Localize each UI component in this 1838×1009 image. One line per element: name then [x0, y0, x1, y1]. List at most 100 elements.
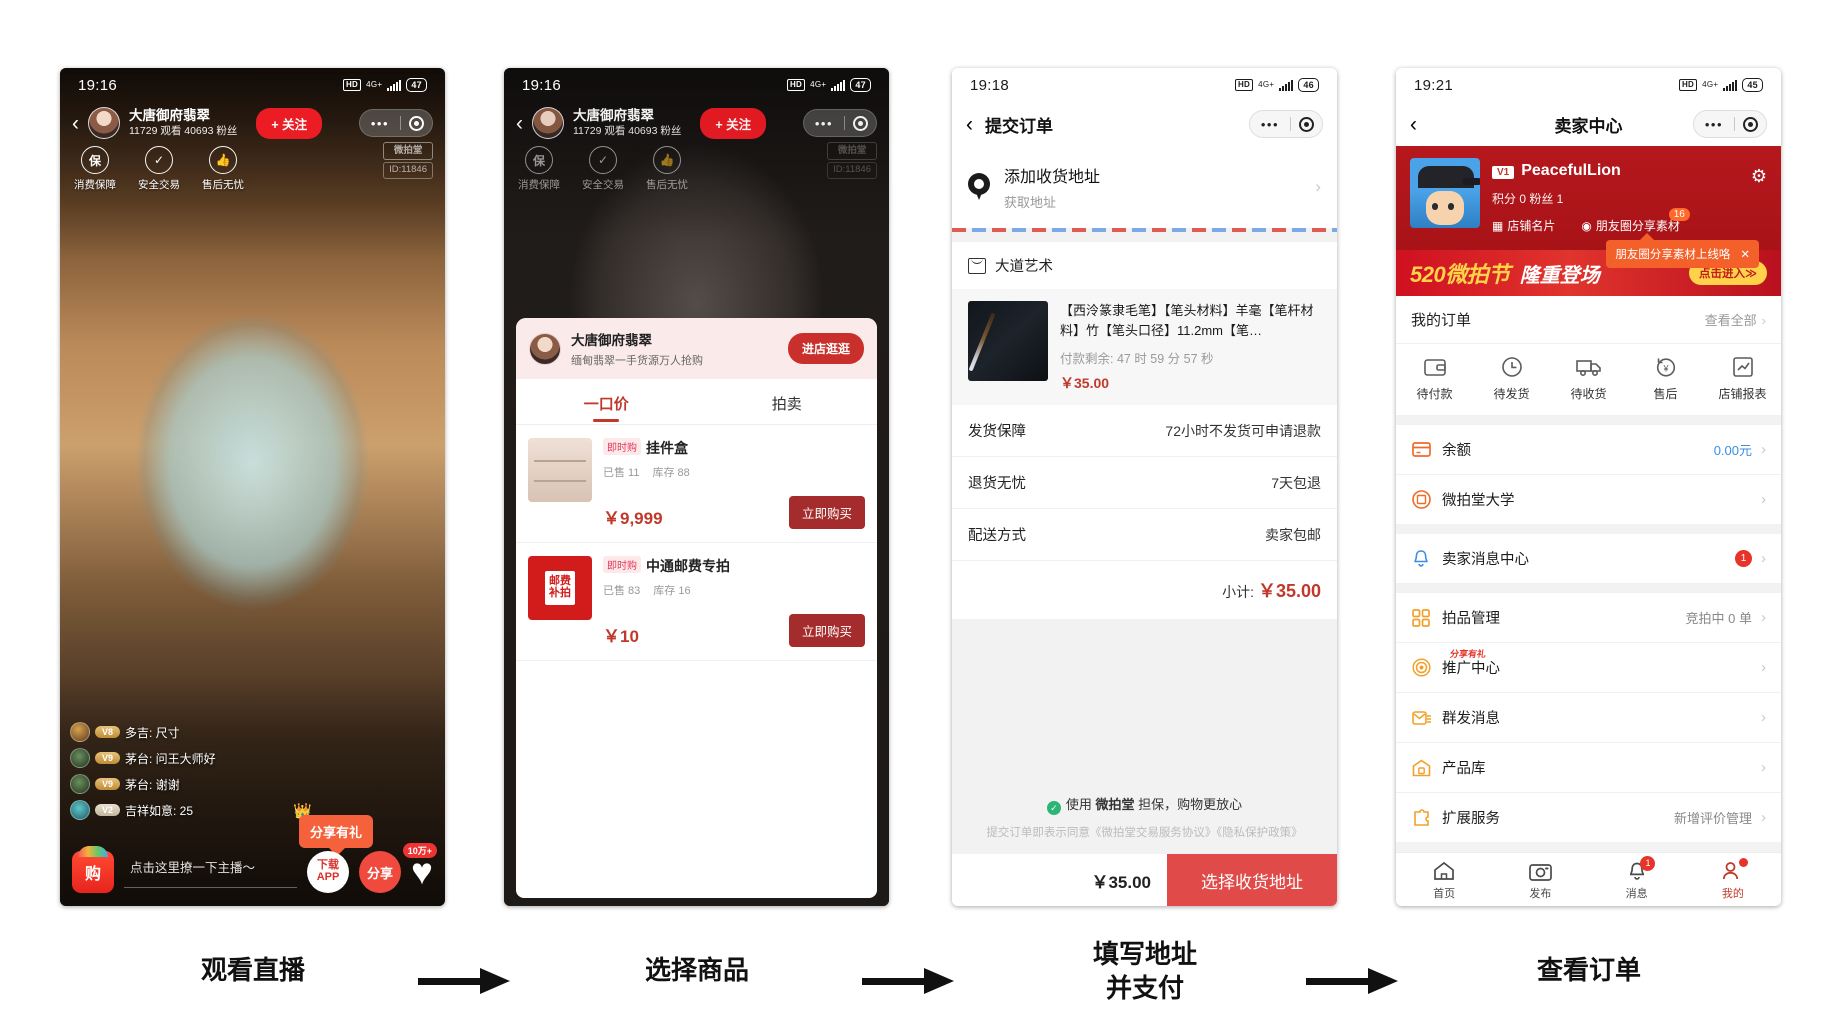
order-status-pending-receipt[interactable]: 待收货 [1550, 355, 1627, 402]
menu-label: 余额 [1442, 443, 1471, 459]
tab-publish[interactable]: 发布 [1492, 853, 1588, 906]
shop-report[interactable]: 店铺报表 [1704, 355, 1781, 402]
menu-item-seller-messages[interactable]: 卖家消息中心 1 › [1396, 534, 1781, 583]
menu-label: 产品库 [1442, 761, 1486, 777]
product-row[interactable]: 邮费 补拍 即时购 中通邮费专拍 已售 83 库存 16 ￥10 立即购买 [516, 543, 877, 661]
follow-button[interactable]: + 关注 [256, 107, 323, 139]
order-status-pending-shipment[interactable]: 待发货 [1473, 355, 1550, 402]
back-icon[interactable]: ‹ [516, 113, 523, 134]
sold-count: 已售 83 [603, 585, 641, 597]
like-button[interactable]: 10万+ ♥ [402, 843, 437, 891]
more-icon[interactable]: ••• [804, 117, 844, 130]
clock-icon [1473, 355, 1550, 379]
menu-item-auction-management[interactable]: 拍品管理 竞拍中 0 单 › [1396, 593, 1781, 643]
tab-fixed-price[interactable]: 一口价 [516, 379, 697, 424]
seller-links: ▦ 店铺名片 ◉ 朋友圈分享素材 16 [1492, 208, 1767, 234]
order-status-pending-payment[interactable]: 待付款 [1396, 355, 1473, 402]
product-price-row: ￥9,999 立即购买 [603, 496, 865, 529]
terms-note[interactable]: 提交订单即表示同意《微拍堂交易服务协议》《隐私保护政策》 [952, 819, 1337, 848]
avatar[interactable] [1410, 158, 1480, 228]
tab-label: 发布 [1529, 888, 1552, 900]
arrow-3 [1306, 968, 1416, 994]
host-avatar[interactable] [532, 107, 564, 139]
shop-name: 大唐御府翡翠 [571, 333, 652, 348]
enter-shop-button[interactable]: 进店逛逛 [787, 333, 864, 364]
item-price: ￥35.00 [1060, 375, 1110, 391]
tab-mine[interactable]: 我的 [1685, 853, 1781, 906]
bottom-tab-bar: 首页 发布 1 消息 我的 [1396, 852, 1781, 906]
buy-now-button[interactable]: 立即购买 [788, 614, 865, 647]
chat-input[interactable]: 点击这里撩一下主播～ [124, 857, 298, 888]
menu-item-university[interactable]: 微拍堂大学 › [1396, 475, 1781, 524]
chat-message: V9 茅台: 谢谢 [70, 774, 310, 794]
stamp-text: 邮费 补拍 [545, 571, 575, 605]
menu-item-promotion-center[interactable]: 推广中心 分享有礼 › [1396, 643, 1781, 693]
product-row[interactable]: 即时购 挂件盒 已售 11 库存 88 ￥9,999 立即购买 [516, 425, 877, 543]
tab-home[interactable]: 首页 [1396, 853, 1492, 906]
shop-card-label: 店铺名片 [1507, 219, 1556, 233]
shop-card-link[interactable]: ▦ 店铺名片 [1492, 217, 1555, 234]
store-row[interactable]: 大道艺术 [952, 242, 1337, 289]
tab-label: 我的 [1721, 888, 1744, 900]
shop-meta: 大唐御府翡翠 缅甸翡翠一手货源万人抢购 [571, 329, 703, 368]
more-icon[interactable]: ••• [1250, 118, 1290, 131]
chevron-right-icon: › [1761, 609, 1766, 626]
order-status-after-sales[interactable]: ¥ 售后 [1627, 355, 1704, 402]
select-address-button[interactable]: 选择收货地址 [1167, 854, 1337, 906]
shop-header[interactable]: 大唐御府翡翠 缅甸翡翠一手货源万人抢购 进店逛逛 [516, 318, 877, 379]
phone-screen-products: 19:16 HD 4G+ 47 ‹ 大唐御府翡翠 11729 观看 40693 … [504, 68, 889, 906]
menu-group-2: 卖家消息中心 1 › [1396, 534, 1781, 583]
mini-program-capsule[interactable]: ••• [358, 109, 433, 137]
guarantee-post: 担保，购物更放心 [1134, 797, 1243, 812]
mini-program-capsule[interactable]: ••• [1248, 110, 1323, 138]
address-row[interactable]: 添加收货地址 获取地址 › [952, 146, 1337, 228]
arrow-1 [418, 968, 528, 994]
back-icon[interactable]: ‹ [72, 113, 79, 134]
live-bottom-bar: 购 点击这里撩一下主播～ 下载 APP 分享 10万+ ♥ [60, 843, 445, 900]
bell-icon [1411, 549, 1431, 569]
gear-icon[interactable]: ⚙ [1751, 166, 1767, 187]
shield-check-icon: ✓ [145, 146, 173, 174]
subtotal-label: 小计: [1222, 584, 1255, 600]
avatar [70, 722, 90, 742]
target-icon [1411, 658, 1431, 678]
host-avatar[interactable] [88, 107, 120, 139]
product-info: 即时购 中通邮费专拍 已售 83 库存 16 ￥10 立即购买 [603, 556, 865, 647]
refund-icon: ¥ [1627, 355, 1704, 379]
tab-auction[interactable]: 拍卖 [697, 379, 878, 424]
close-target-icon[interactable] [845, 115, 876, 131]
menu-group-3: 拍品管理 竞拍中 0 单 › 推广中心 分享有礼 › 群发消息 › 产品库 › … [1396, 593, 1781, 842]
back-icon[interactable]: ‹ [966, 114, 973, 135]
watermark: 微拍堂 ID:11846 [383, 142, 433, 179]
follow-button[interactable]: + 关注 [700, 107, 767, 139]
address-subtitle: 获取地址 [1004, 195, 1057, 210]
product-sheet: 大唐御府翡翠 缅甸翡翠一手货源万人抢购 进店逛逛 一口价 拍卖 即时购挂件盒 [516, 318, 877, 898]
mini-program-capsule[interactable]: ••• [802, 109, 877, 137]
menu-item-product-library[interactable]: 产品库 › [1396, 743, 1781, 793]
battery-icon: 45 [1742, 78, 1763, 92]
close-icon[interactable]: ✕ [1740, 247, 1750, 261]
qrcode-icon: ▦ [1492, 219, 1504, 233]
spacer [1396, 524, 1781, 534]
arrow-2 [862, 968, 972, 994]
share-button[interactable]: 分享 [359, 851, 402, 893]
shop-avatar [529, 332, 561, 365]
menu-item-bulk-message[interactable]: 群发消息 › [1396, 693, 1781, 743]
view-all-orders[interactable]: 查看全部 › [1705, 310, 1766, 329]
tab-messages[interactable]: 1 消息 [1589, 853, 1685, 906]
menu-item-balance[interactable]: 余额 0.00元 › [1396, 425, 1781, 475]
moments-material-link[interactable]: ◉ 朋友圈分享素材 16 [1581, 208, 1690, 234]
menu-item-extension-services[interactable]: 扩展服务 新增评价管理 › [1396, 793, 1781, 842]
more-icon[interactable]: ••• [360, 117, 400, 130]
status-icons: HD 4G+ 46 [1234, 78, 1319, 92]
chevron-right-icon: › [1761, 759, 1766, 776]
download-app-button[interactable]: 下载 APP [307, 851, 350, 893]
buy-now-button[interactable]: 立即购买 [788, 496, 865, 529]
wallet-icon [1396, 355, 1473, 379]
shopping-bag-icon[interactable]: 购 [72, 846, 114, 893]
badge-after-sales: 👍 售后无忧 [202, 146, 244, 192]
like-count: 10万+ [402, 843, 437, 858]
close-target-icon[interactable] [401, 115, 432, 131]
close-target-icon[interactable] [1291, 116, 1322, 132]
badge-safe-trade: ✓ 安全交易 [582, 146, 624, 192]
